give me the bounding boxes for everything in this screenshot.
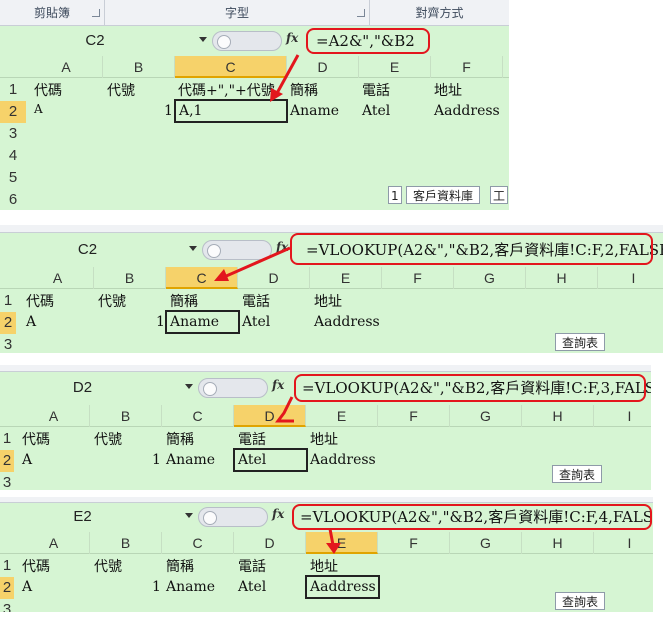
red-arrow [214,246,291,281]
excel-panel-1: 剪貼簿 字型 對齊方式 C2 fx =A2&","&B2 A B C D E F… [0,0,509,210]
red-arrow [275,396,294,423]
red-arrow [270,54,300,102]
red-arrow [326,528,341,554]
excel-panel-2: C2 fx =VLOOKUP(A2&","&B2,客戶資料庫!C:F,2,FAL… [0,225,663,353]
excel-panel-3: D2 fx =VLOOKUP(A2&","&B2,客戶資料庫!C:F,3,FAL… [0,365,651,490]
excel-panel-4: E2 fx =VLOOKUP(A2&","&B2,客戶資料庫!C:F,4,FAL… [0,497,653,612]
